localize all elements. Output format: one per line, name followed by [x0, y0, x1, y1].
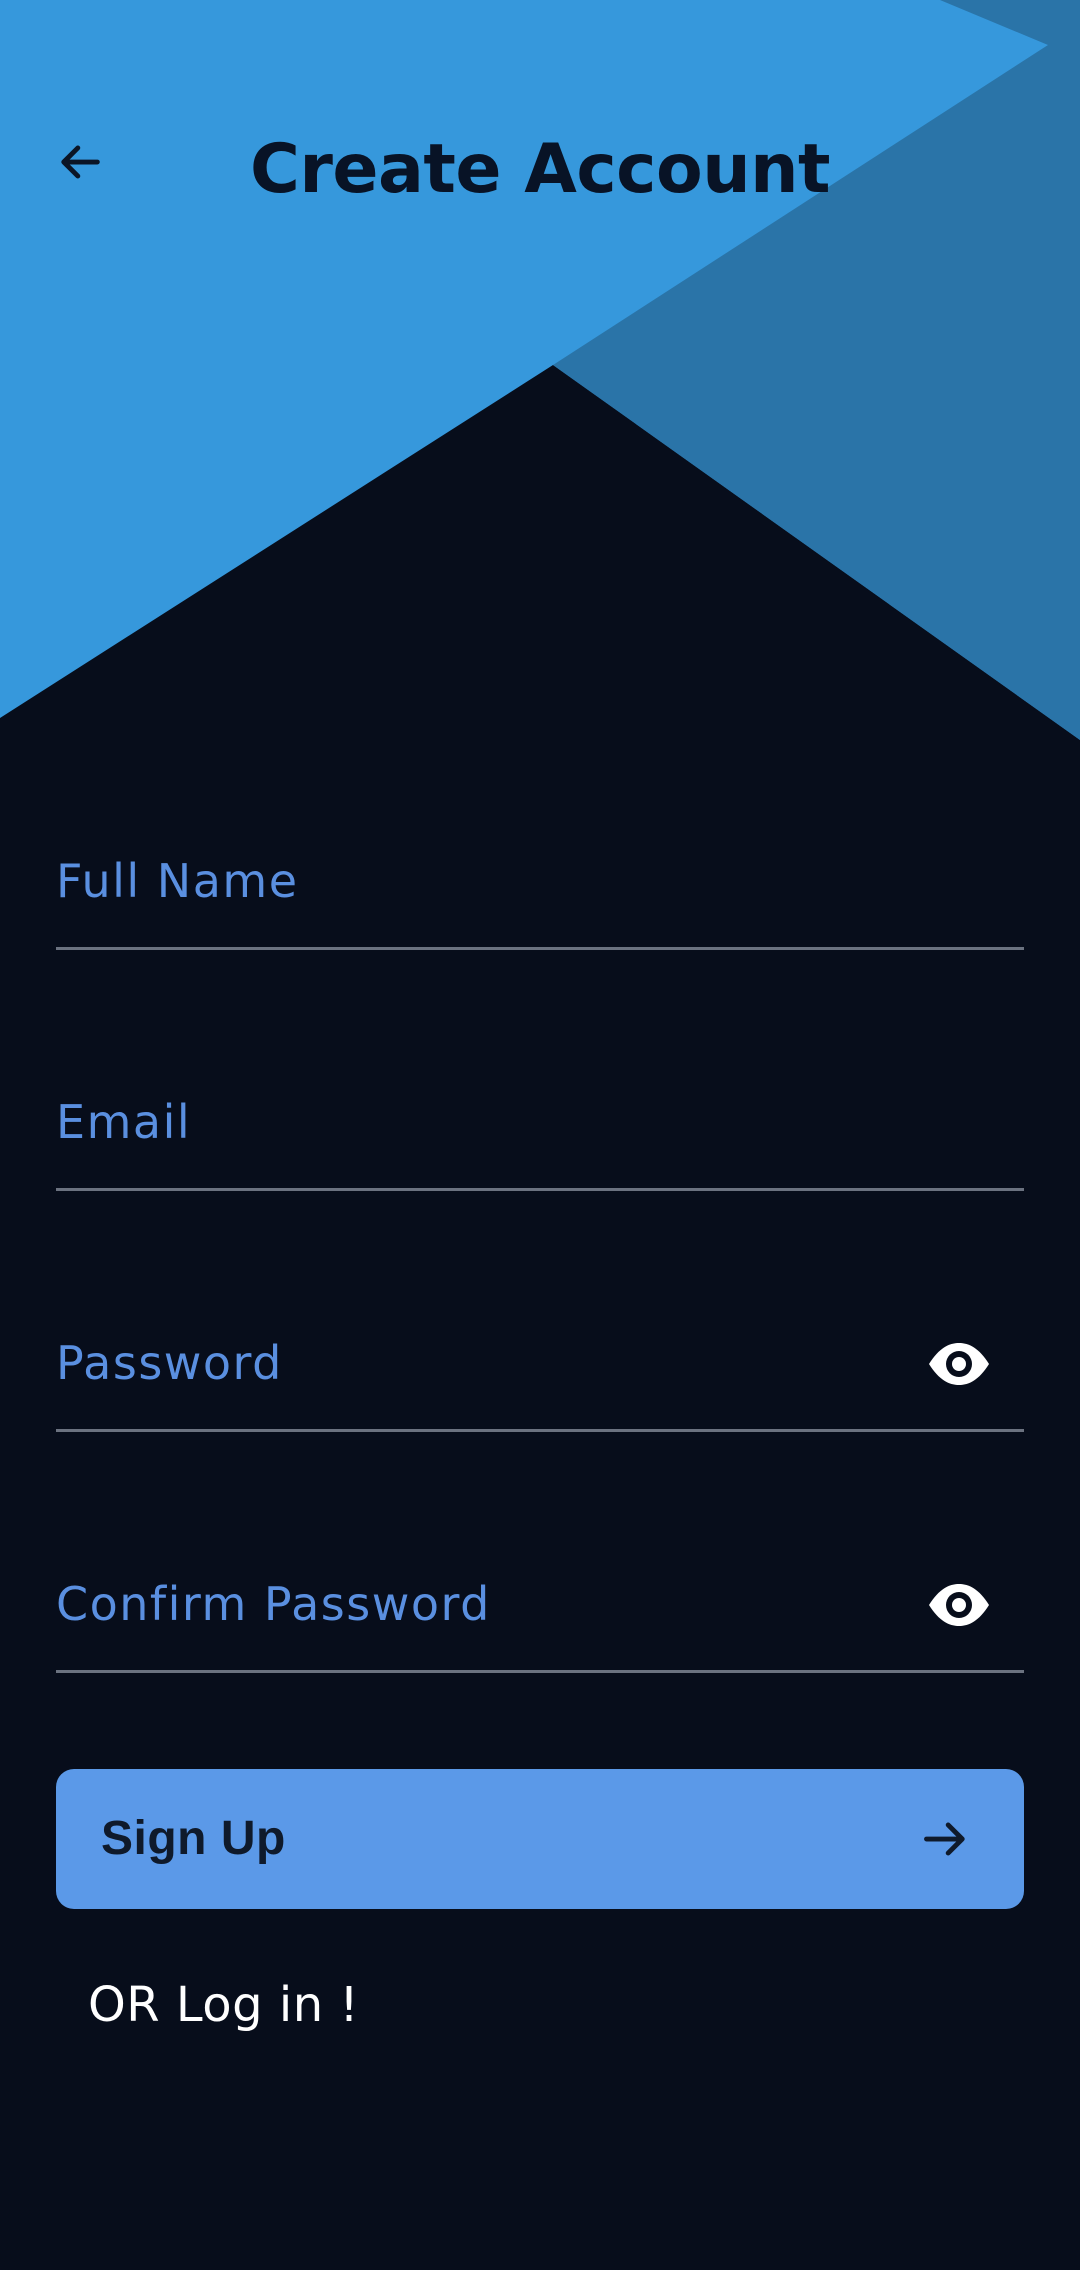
back-button[interactable]	[38, 120, 122, 204]
password-visibility-toggle[interactable]	[924, 1335, 994, 1393]
log-in-link[interactable]: OR Log in !	[88, 1970, 359, 2040]
email-input[interactable]	[56, 1058, 916, 1185]
header: Create Account	[0, 0, 1080, 340]
password-field	[56, 1299, 1024, 1432]
arrow-left-icon	[61, 145, 100, 179]
confirm-password-field	[56, 1540, 1024, 1673]
password-input[interactable]	[56, 1299, 916, 1426]
arrow-right-icon	[924, 1822, 965, 1856]
confirm-password-input[interactable]	[56, 1540, 916, 1667]
eye-icon	[929, 1584, 989, 1626]
create-account-screen: Create Account Sign Up	[0, 0, 1080, 2270]
eye-icon	[929, 1343, 989, 1385]
full-name-field	[56, 817, 1024, 950]
email-field	[56, 1058, 1024, 1191]
sign-up-label: Sign Up	[101, 1812, 286, 1865]
sign-up-button[interactable]: Sign Up	[56, 1769, 1024, 1909]
full-name-input[interactable]	[56, 817, 916, 944]
page-title: Create Account	[249, 130, 831, 209]
confirm-password-visibility-toggle[interactable]	[924, 1576, 994, 1634]
